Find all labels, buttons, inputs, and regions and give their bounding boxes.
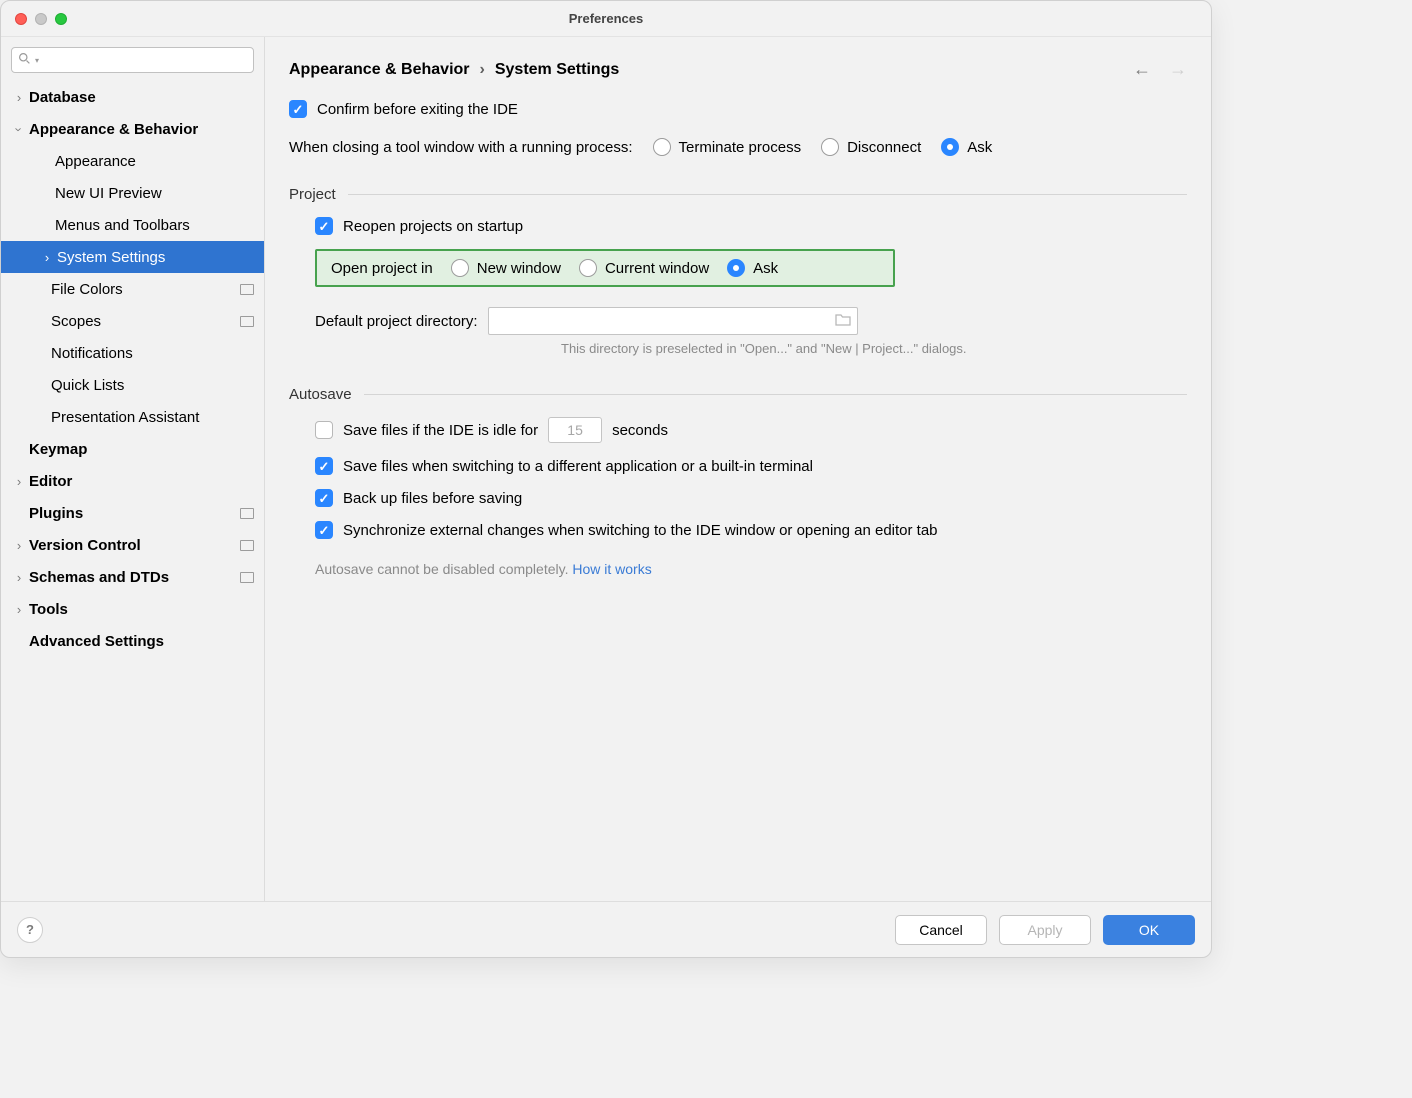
window-title: Preferences — [1, 11, 1211, 26]
sidebar-item-scopes[interactable]: Scopes — [1, 305, 264, 337]
sidebar-item-version-control[interactable]: › Version Control — [1, 529, 264, 561]
radio-open-ask[interactable]: Ask — [727, 259, 778, 277]
default-project-dir-input[interactable] — [488, 307, 858, 335]
breadcrumb: Appearance & Behavior › System Settings … — [289, 59, 1187, 80]
sync-external-checkbox[interactable] — [315, 521, 333, 539]
search-input[interactable] — [43, 53, 247, 68]
sidebar-item-new-ui-preview[interactable]: New UI Preview — [1, 177, 264, 209]
project-scope-icon — [240, 508, 254, 519]
open-project-in-highlight: Open project in New window Current windo… — [315, 249, 895, 287]
preferences-window: Preferences ▾ › Database › — [0, 0, 1212, 958]
backup-before-save-label: Back up files before saving — [343, 490, 522, 507]
apply-button[interactable]: Apply — [999, 915, 1091, 945]
sidebar-item-plugins[interactable]: Plugins — [1, 497, 264, 529]
open-project-in-label: Open project in — [331, 260, 433, 277]
chevron-down-icon: › — [12, 121, 27, 137]
autosave-section-header: Autosave — [289, 386, 352, 403]
default-project-dir-label: Default project directory: — [315, 313, 478, 330]
sidebar-item-system-settings[interactable]: › System Settings — [1, 241, 264, 273]
ok-button[interactable]: OK — [1103, 915, 1195, 945]
radio-disconnect[interactable]: Disconnect — [821, 138, 921, 156]
save-on-switch-label: Save files when switching to a different… — [343, 458, 813, 475]
breadcrumb-nav: ← → — [1133, 59, 1187, 80]
sidebar-item-advanced-settings[interactable]: Advanced Settings — [1, 625, 264, 657]
dropdown-caret-icon: ▾ — [35, 56, 39, 65]
dialog-footer: ? Cancel Apply OK — [1, 901, 1211, 957]
settings-sidebar: ▾ › Database › Appearance & Behavior App… — [1, 37, 265, 901]
back-arrow-icon[interactable]: ← — [1133, 59, 1151, 80]
chevron-right-icon: › — [11, 90, 27, 105]
project-scope-icon — [240, 284, 254, 295]
sidebar-item-notifications[interactable]: Notifications — [1, 337, 264, 369]
project-section-header: Project — [289, 186, 336, 203]
sync-external-label: Synchronize external changes when switch… — [343, 522, 938, 539]
project-scope-icon — [240, 316, 254, 327]
project-scope-icon — [240, 572, 254, 583]
confirm-exit-label: Confirm before exiting the IDE — [317, 101, 518, 118]
sidebar-item-quick-lists[interactable]: Quick Lists — [1, 369, 264, 401]
help-button[interactable]: ? — [17, 917, 43, 943]
radio-terminate-process[interactable]: Terminate process — [653, 138, 802, 156]
autosave-note: Autosave cannot be disabled completely. … — [315, 561, 1187, 577]
sidebar-item-database[interactable]: › Database — [1, 81, 264, 113]
radio-open-current-window[interactable]: Current window — [579, 259, 709, 277]
sidebar-item-tools[interactable]: › Tools — [1, 593, 264, 625]
chevron-right-icon: › — [39, 250, 55, 265]
sidebar-item-editor[interactable]: › Editor — [1, 465, 264, 497]
settings-search[interactable]: ▾ — [11, 47, 254, 73]
forward-arrow-icon[interactable]: → — [1169, 59, 1187, 80]
save-on-idle-checkbox[interactable] — [315, 421, 333, 439]
chevron-right-icon: › — [11, 538, 27, 553]
chevron-right-icon: › — [11, 602, 27, 617]
radio-close-ask[interactable]: Ask — [941, 138, 992, 156]
radio-open-new-window[interactable]: New window — [451, 259, 561, 277]
search-icon — [18, 52, 31, 68]
reopen-projects-checkbox[interactable] — [315, 217, 333, 235]
folder-browse-icon[interactable] — [835, 313, 851, 330]
titlebar: Preferences — [1, 1, 1211, 37]
breadcrumb-parent[interactable]: Appearance & Behavior — [289, 61, 470, 79]
breadcrumb-separator: › — [480, 61, 485, 79]
sidebar-item-keymap[interactable]: Keymap — [1, 433, 264, 465]
section-divider — [364, 394, 1187, 395]
how-it-works-link[interactable]: How it works — [572, 561, 651, 577]
close-tool-window-label: When closing a tool window with a runnin… — [289, 139, 633, 156]
sidebar-item-presentation-assistant[interactable]: Presentation Assistant — [1, 401, 264, 433]
sidebar-item-appearance[interactable]: Appearance — [1, 145, 264, 177]
sidebar-item-appearance-behavior[interactable]: › Appearance & Behavior — [1, 113, 264, 145]
default-project-dir-hint: This directory is preselected in "Open..… — [561, 341, 1187, 356]
chevron-right-icon: › — [11, 570, 27, 585]
save-on-idle-prefix: Save files if the IDE is idle for — [343, 422, 538, 439]
sidebar-item-menus-toolbars[interactable]: Menus and Toolbars — [1, 209, 264, 241]
sidebar-item-file-colors[interactable]: File Colors — [1, 273, 264, 305]
backup-before-save-checkbox[interactable] — [315, 489, 333, 507]
confirm-exit-checkbox[interactable] — [289, 100, 307, 118]
project-scope-icon — [240, 540, 254, 551]
save-on-switch-checkbox[interactable] — [315, 457, 333, 475]
settings-content: Appearance & Behavior › System Settings … — [265, 37, 1211, 901]
cancel-button[interactable]: Cancel — [895, 915, 987, 945]
chevron-right-icon: › — [11, 474, 27, 489]
section-divider — [348, 194, 1187, 195]
sidebar-item-schemas-dtds[interactable]: › Schemas and DTDs — [1, 561, 264, 593]
breadcrumb-current: System Settings — [495, 61, 619, 79]
settings-tree: › Database › Appearance & Behavior Appea… — [1, 81, 264, 667]
save-on-idle-suffix: seconds — [612, 422, 668, 439]
reopen-projects-label: Reopen projects on startup — [343, 218, 523, 235]
idle-seconds-input[interactable] — [548, 417, 602, 443]
